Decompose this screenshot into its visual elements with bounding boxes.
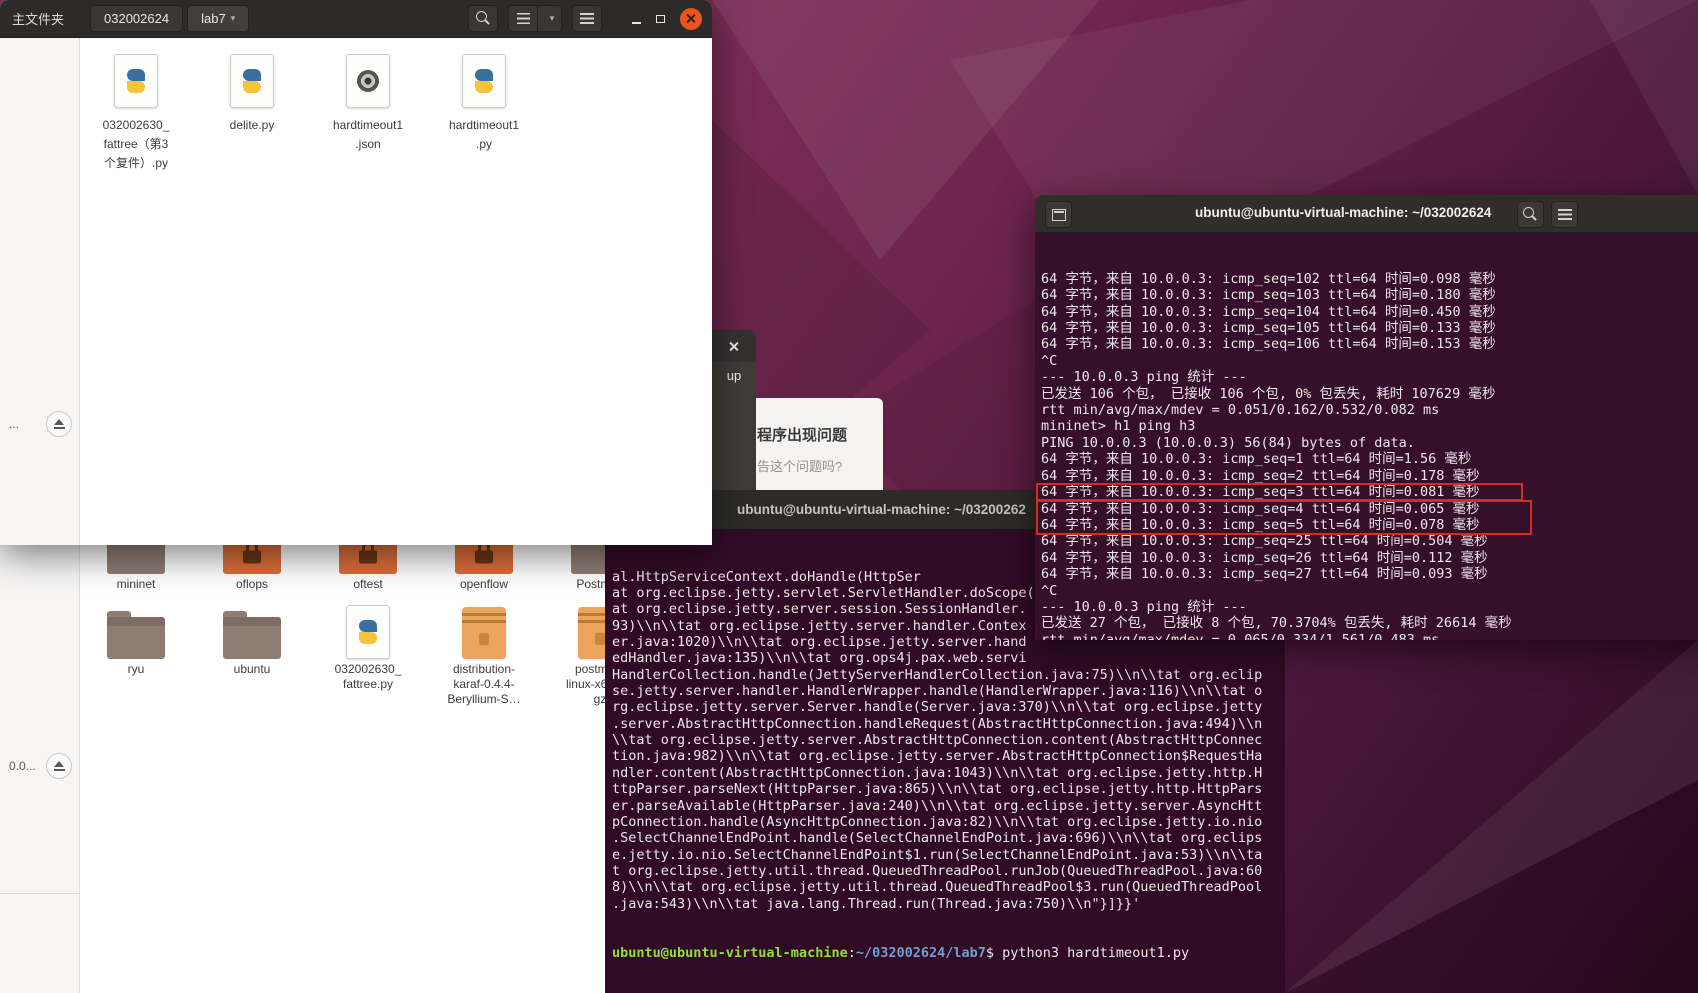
maximize-icon [655, 14, 665, 23]
dialog-title: 程序出现问题 [757, 427, 848, 444]
file-label: ryu [127, 662, 145, 676]
close-button[interactable] [680, 7, 702, 30]
new-window-button[interactable] [1045, 201, 1072, 228]
json-file-icon [346, 54, 390, 108]
menu-button[interactable] [572, 5, 602, 32]
python-logo-icon [354, 618, 382, 646]
file-manager-window-lab7: 主文件夹 032002624 lab7 ... [0, 0, 712, 545]
eject-icon [53, 418, 65, 430]
new-window-icon [1051, 208, 1066, 221]
file-label: 032002630_ fattree.py [334, 662, 402, 691]
chevron-down-icon [550, 13, 555, 24]
close-icon [686, 13, 697, 24]
terminal-menu-button[interactable] [1551, 201, 1578, 228]
prompt-user: ubuntu@ubuntu-virtual-machine [612, 944, 848, 961]
python-file-icon [114, 54, 158, 108]
terminal-search-button[interactable] [1517, 201, 1544, 228]
file-manager-header: 主文件夹 032002624 lab7 [0, 0, 712, 38]
sidebar: ... [0, 38, 80, 545]
breadcrumb-label: lab7 [201, 11, 226, 26]
file-item-hardtimeout1-py[interactable]: hardtimeout1 .py [432, 52, 536, 173]
search-button[interactable] [468, 5, 498, 32]
sidebar-separator [0, 893, 80, 894]
file-grid-row: ryu ubuntu 032002630_ fattree.py distrib… [84, 605, 652, 707]
terminal-window-mininet: ubuntu@ubuntu-virtual-machine: ~/0320026… [1035, 195, 1698, 640]
minimize-button[interactable] [624, 7, 648, 31]
mount-label: ... [9, 417, 20, 431]
close-button[interactable] [722, 334, 746, 358]
hamburger-icon [580, 13, 594, 24]
prompt-colon: : [847, 944, 856, 961]
python-file-icon [346, 605, 390, 659]
python-logo-icon [238, 67, 266, 95]
file-item-hardtimeout1-json[interactable]: hardtimeout1 .json [316, 52, 420, 173]
prompt-path: ~/032002624/lab7 [855, 944, 986, 961]
sidebar-mount-item[interactable]: ... [4, 408, 75, 440]
json-donut-icon [357, 70, 379, 92]
eject-button[interactable] [46, 411, 72, 437]
hidden-window-titlebar [712, 330, 756, 362]
search-icon [1523, 207, 1538, 222]
file-item-fattree-copy3[interactable]: 032002630_ fattree（第3 个复件）.py [84, 52, 188, 173]
file-label: ubuntu [233, 662, 271, 676]
eject-button[interactable] [46, 753, 72, 779]
terminal-title: ubuntu@ubuntu-virtual-machine: ~/0320026… [1195, 205, 1492, 220]
terminal-output[interactable]: 64 字节，来自 10.0.0.3: icmp_seq=102 ttl=64 时… [1035, 233, 1698, 640]
terminal-output-lines: 64 字节，来自 10.0.0.3: icmp_seq=102 ttl=64 时… [1041, 270, 1512, 640]
breadcrumb-032002624[interactable]: 032002624 [90, 5, 184, 32]
desktop: 0.0... mininet oflops oftest openflow Po… [0, 0, 1698, 993]
file-label: distribution- karaf-0.4.4- Beryllium-S… [447, 662, 521, 706]
folder-icon [223, 611, 281, 659]
file-label: 032002630_ fattree（第3 个复件）.py [102, 118, 170, 170]
file-grid-row: 032002630_ fattree（第3 个复件）.py delite.py … [84, 52, 536, 173]
maximize-button[interactable] [648, 7, 672, 31]
file-label: hardtimeout1 .json [332, 118, 404, 151]
python-file-icon [230, 54, 274, 108]
file-label: hardtimeout1 .py [448, 118, 520, 151]
mount-label: 0.0... [9, 759, 36, 773]
file-label: oflops [235, 577, 269, 591]
archive-icon [462, 607, 506, 659]
shell-prompt-line: ubuntu@ubuntu-virtual-machine:~/03200262… [612, 945, 1278, 961]
annotation-box-seq25-26 [1036, 500, 1532, 535]
folder-item-ryu[interactable]: ryu [84, 605, 188, 707]
places-label[interactable]: 主文件夹 [12, 9, 64, 28]
view-list-button[interactable] [508, 5, 538, 32]
folder-icon [107, 611, 165, 659]
file-label: mininet [116, 577, 156, 591]
folder-item-ubuntu[interactable]: ubuntu [200, 605, 304, 707]
python-logo-icon [470, 67, 498, 95]
file-item-karaf-archive[interactable]: distribution- karaf-0.4.4- Beryllium-S… [432, 605, 536, 707]
file-label: oftest [353, 577, 383, 591]
list-view-icon [516, 13, 530, 24]
dialog-question: 告这个问题吗? [757, 459, 843, 474]
eject-icon [53, 760, 65, 772]
file-label: openflow [459, 577, 509, 591]
python-file-icon [462, 54, 506, 108]
sidebar-mount-item[interactable]: 0.0... [4, 750, 75, 782]
breadcrumb-lab7[interactable]: lab7 [187, 5, 250, 32]
terminal-titlebar[interactable]: ubuntu@ubuntu-virtual-machine: ~/0320026… [1035, 195, 1698, 233]
sidebar: 0.0... [0, 545, 80, 993]
annotation-box-seq5 [1036, 483, 1523, 501]
hamburger-icon [1557, 209, 1572, 220]
hidden-window-text: up [726, 368, 742, 383]
prompt-command: $ python3 hardtimeout1.py [985, 944, 1190, 961]
chevron-down-icon [231, 13, 236, 24]
file-item-fattree-py[interactable]: 032002630_ fattree.py [316, 605, 420, 707]
search-icon [475, 11, 491, 26]
terminal-title: ubuntu@ubuntu-virtual-machine: ~/0320026… [737, 502, 1026, 517]
file-item-delite-py[interactable]: delite.py [200, 52, 304, 173]
minimize-icon [631, 22, 641, 24]
python-logo-icon [122, 67, 150, 95]
file-label: delite.py [229, 118, 275, 132]
close-icon [729, 341, 740, 352]
view-options-button[interactable] [538, 5, 562, 32]
